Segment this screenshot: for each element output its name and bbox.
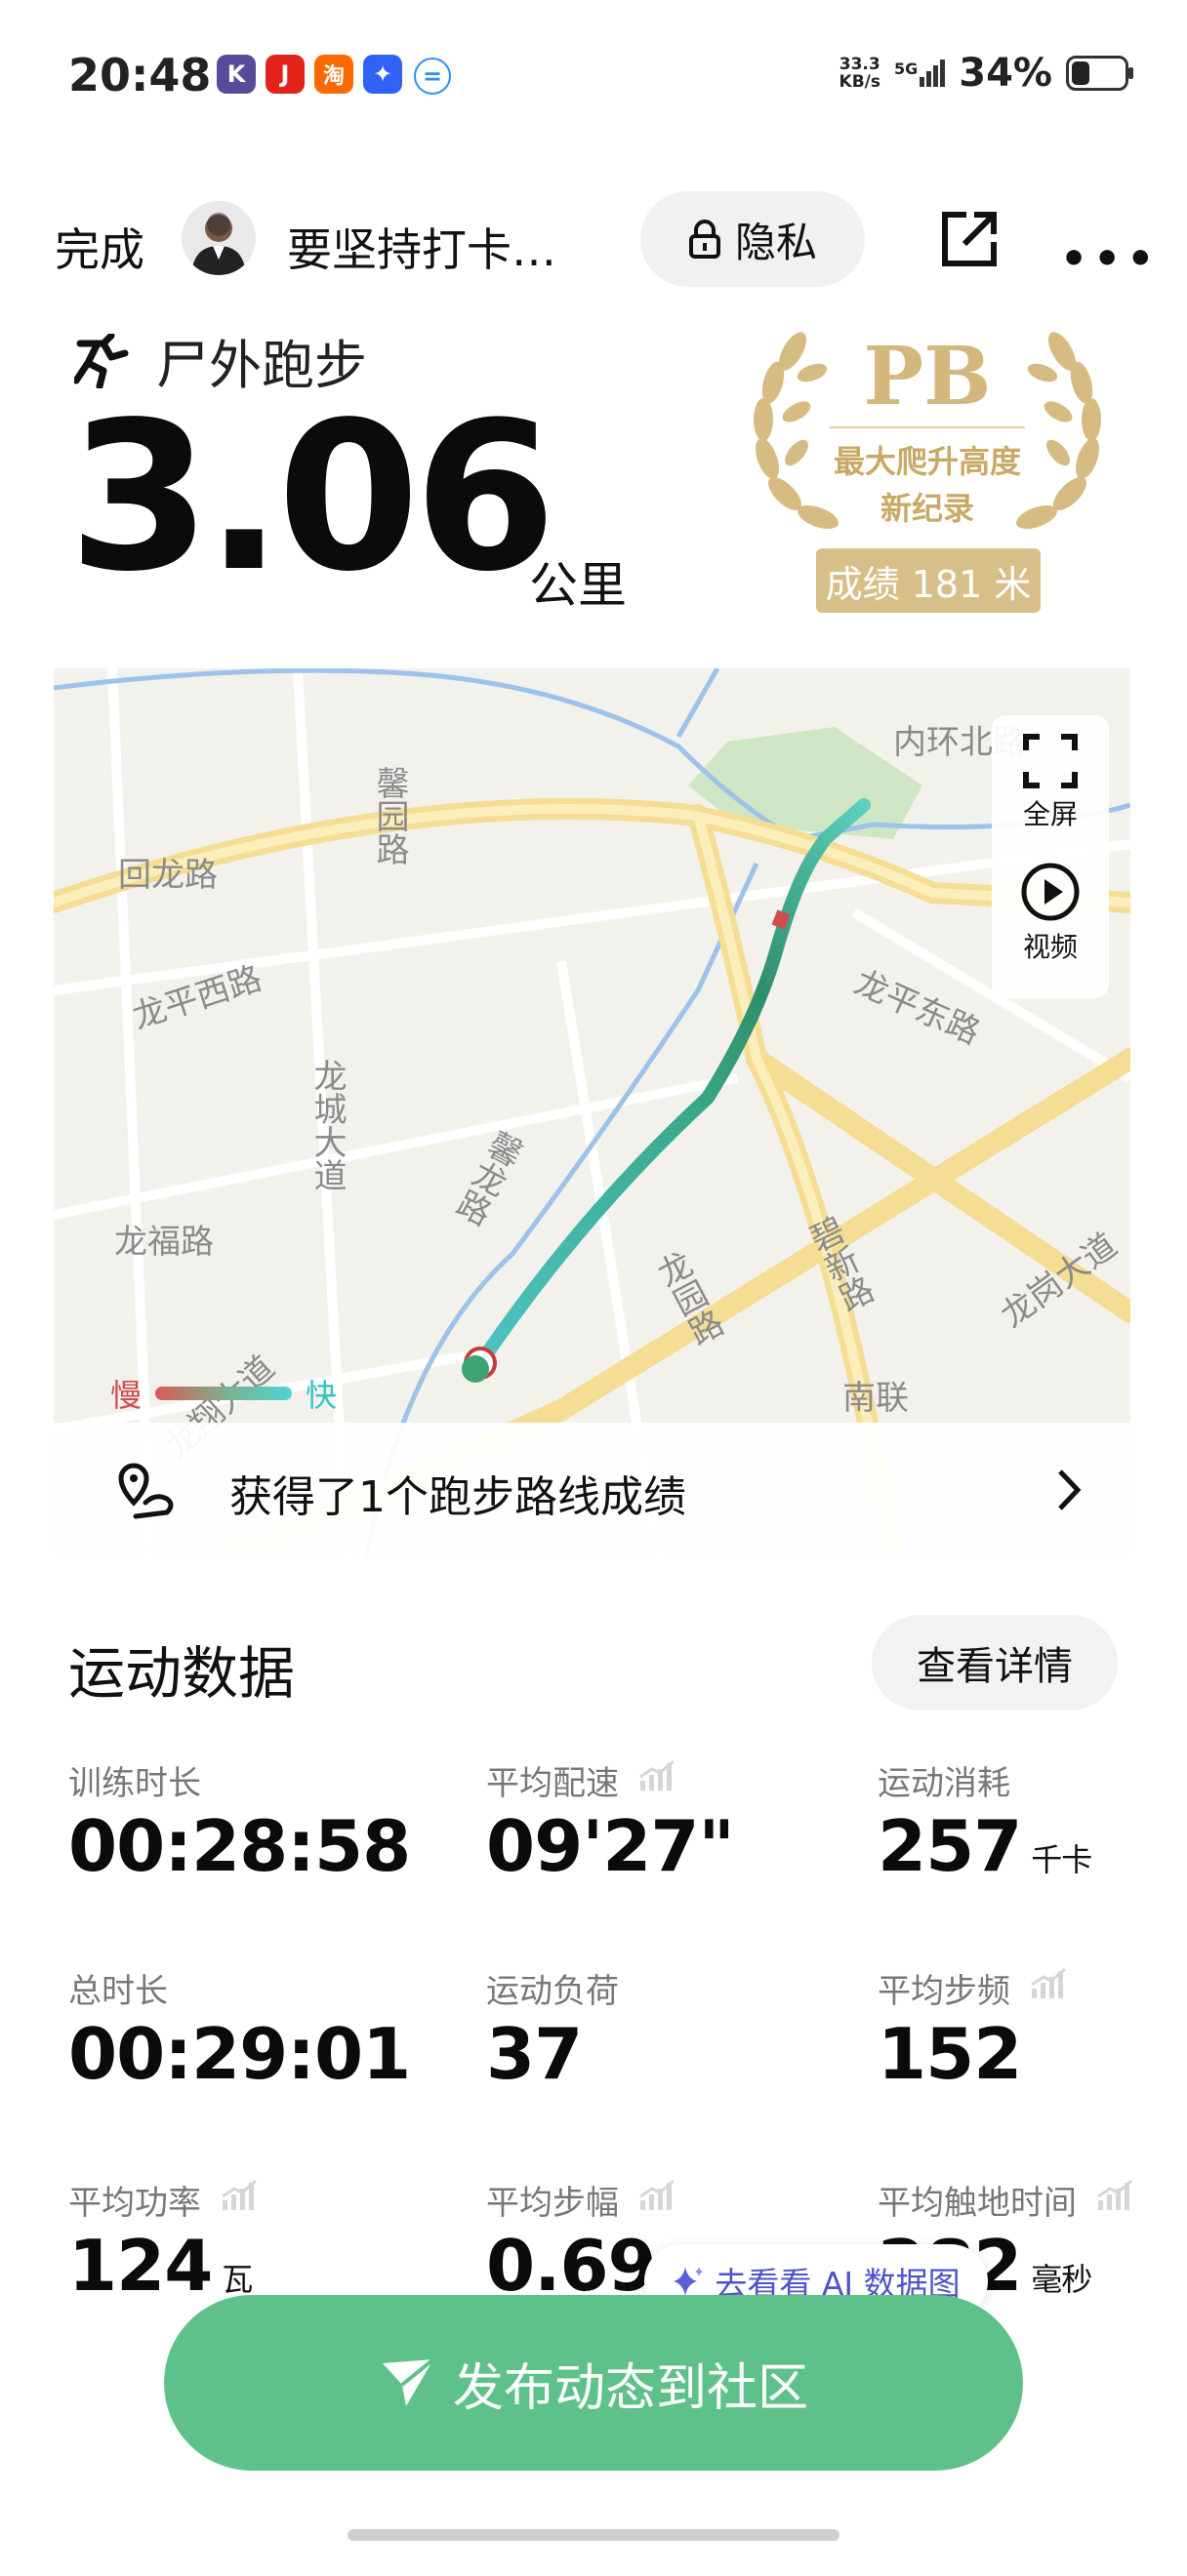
avatar[interactable] (182, 201, 256, 275)
message-app-icon: = (414, 58, 451, 95)
stat-value: 00:28:58 (68, 1805, 411, 1887)
jd-app-icon: J (266, 55, 305, 94)
trend-chart-icon[interactable] (638, 1759, 677, 1801)
sparkle-icon (674, 2267, 704, 2296)
stat-value: 00:29:01 (68, 2013, 411, 2095)
pb-line1: 最大爬升高度 (833, 443, 1021, 480)
stat-label-text: 总时长 (68, 1972, 168, 2011)
pb-line2: 新纪录 (880, 490, 974, 527)
stat-value-text: 00:29:01 (68, 2013, 411, 2095)
route-achievement-row[interactable]: 获得了1个跑步路线成绩 (54, 1423, 1130, 1558)
trend-chart-icon[interactable] (638, 2179, 677, 2221)
status-time: 20:48 (68, 49, 212, 101)
stat-value: 09'27" (486, 1805, 735, 1887)
battery-percent: 34% (959, 51, 1052, 96)
fullscreen-label: 全屏 (1022, 798, 1078, 830)
legend-slow: 慢 (110, 1377, 143, 1414)
legend-fast: 快 (306, 1377, 338, 1414)
stat-label: 平均步频 (878, 1964, 1069, 2012)
fullscreen-button[interactable]: 全屏 (992, 733, 1109, 832)
publish-button[interactable]: 发布动态到社区 (164, 2295, 1023, 2471)
battery-icon (1066, 56, 1133, 91)
pb-label: PB (863, 330, 992, 423)
stat-value-text: 37 (486, 2013, 583, 2095)
stat-unit: 毫秒 (1031, 2261, 1092, 2298)
header-title[interactable]: 要坚持打卡… (287, 215, 556, 279)
blue-app-icon: ✦ (363, 55, 402, 94)
view-details-button[interactable]: 查看详情 (872, 1615, 1118, 1711)
trend-chart-icon[interactable] (1030, 1967, 1069, 2009)
stat-value: 257 千卡 (878, 1805, 1092, 1887)
lock-icon (688, 220, 720, 259)
stat-value: 124 瓦 (68, 2225, 253, 2307)
privacy-button[interactable]: 隐私 (640, 191, 865, 287)
trend-chart-icon[interactable] (221, 2179, 260, 2221)
stat-label-text: 运动负荷 (486, 1972, 619, 2011)
stat-label: 平均功率 (68, 2176, 260, 2224)
stat-label-text: 平均触地时间 (878, 2184, 1077, 2223)
net-speed: 33.3 KB/s (839, 56, 880, 91)
k-app-icon: K (217, 55, 256, 94)
stat-label-text: 平均步频 (878, 1972, 1010, 2011)
stat-label-text: 平均配速 (486, 1764, 619, 1803)
map-label-longfu: 龙福路 (114, 1223, 214, 1262)
stat-label: 训练时长 (68, 1756, 201, 1804)
distance-unit: 公里 (529, 557, 627, 614)
stat-label: 总时长 (68, 1964, 168, 2012)
stat-unit: 瓦 (222, 2261, 253, 2298)
stat-unit: 千卡 (1031, 1841, 1092, 1878)
map-controls: 全屏 视频 (992, 715, 1109, 998)
stat-label: 平均触地时间 (878, 2176, 1135, 2224)
fullscreen-icon (1023, 734, 1078, 788)
signal-icon: 5G (893, 60, 946, 87)
legend-gradient (155, 1387, 293, 1400)
distance-value: 3.06 (68, 378, 556, 617)
video-label: 视频 (1022, 931, 1078, 963)
stat-value-text: 257 (878, 1805, 1022, 1887)
trend-chart-icon[interactable] (1096, 2179, 1135, 2221)
stat-label: 平均配速 (486, 1756, 677, 1804)
map-label-longcheng: 龙城大道 (307, 1059, 347, 1191)
done-button[interactable]: 完成 (55, 215, 144, 279)
net-speed-value: 33.3 (839, 55, 880, 74)
privacy-label: 隐私 (734, 218, 817, 266)
map-label-xinyuan: 馨园路 (370, 766, 409, 865)
status-right: 33.3 KB/s 5G 34% (839, 51, 1133, 96)
send-icon (382, 2357, 435, 2406)
video-button[interactable]: 视频 (992, 862, 1109, 965)
stat-label: 运动消耗 (878, 1756, 1010, 1804)
taobao-app-icon: 淘 (314, 55, 353, 94)
stat-value-text: 00:28:58 (68, 1805, 411, 1887)
pace-legend: 慢 快 (110, 1371, 337, 1416)
stat-value-text: 152 (878, 2013, 1022, 2095)
pb-badge: 成绩 181 米 (816, 548, 1041, 613)
network-type: 5G (893, 60, 919, 78)
stat-label: 运动负荷 (486, 1964, 619, 2012)
stat-label-text: 训练时长 (68, 1764, 201, 1803)
home-indicator[interactable] (348, 2529, 839, 2541)
stat-label-text: 平均功率 (68, 2184, 201, 2223)
stat-value: 37 (486, 2013, 583, 2095)
route-icon (118, 1463, 174, 1519)
map-label-nanlian: 南联 (842, 1379, 909, 1418)
play-icon (1021, 863, 1080, 921)
stat-label: 平均步幅 (486, 2176, 677, 2224)
stat-label-text: 平均步幅 (486, 2184, 619, 2223)
publish-label: 发布动态到社区 (452, 2358, 808, 2418)
section-title: 运动数据 (68, 1640, 296, 1707)
map-label-huilong: 回龙路 (118, 856, 218, 895)
net-speed-unit: KB/s (839, 72, 880, 92)
share-icon[interactable] (937, 207, 1002, 271)
chevron-right-icon (1058, 1469, 1082, 1510)
stat-value: 152 (878, 2013, 1022, 2095)
stat-value-text: 124 (68, 2225, 213, 2307)
route-achievement-text: 获得了1个跑步路线成绩 (229, 1472, 686, 1522)
route-map[interactable]: 内环北路 馨园路 回龙路 龙平西路 龙平东路 龙城大道 馨龙路 龙福路 龙园路 … (54, 668, 1130, 1558)
stat-value-text: 09'27" (486, 1805, 735, 1887)
more-icon[interactable]: ••• (1060, 234, 1160, 284)
stat-label-text: 运动消耗 (878, 1764, 1010, 1803)
